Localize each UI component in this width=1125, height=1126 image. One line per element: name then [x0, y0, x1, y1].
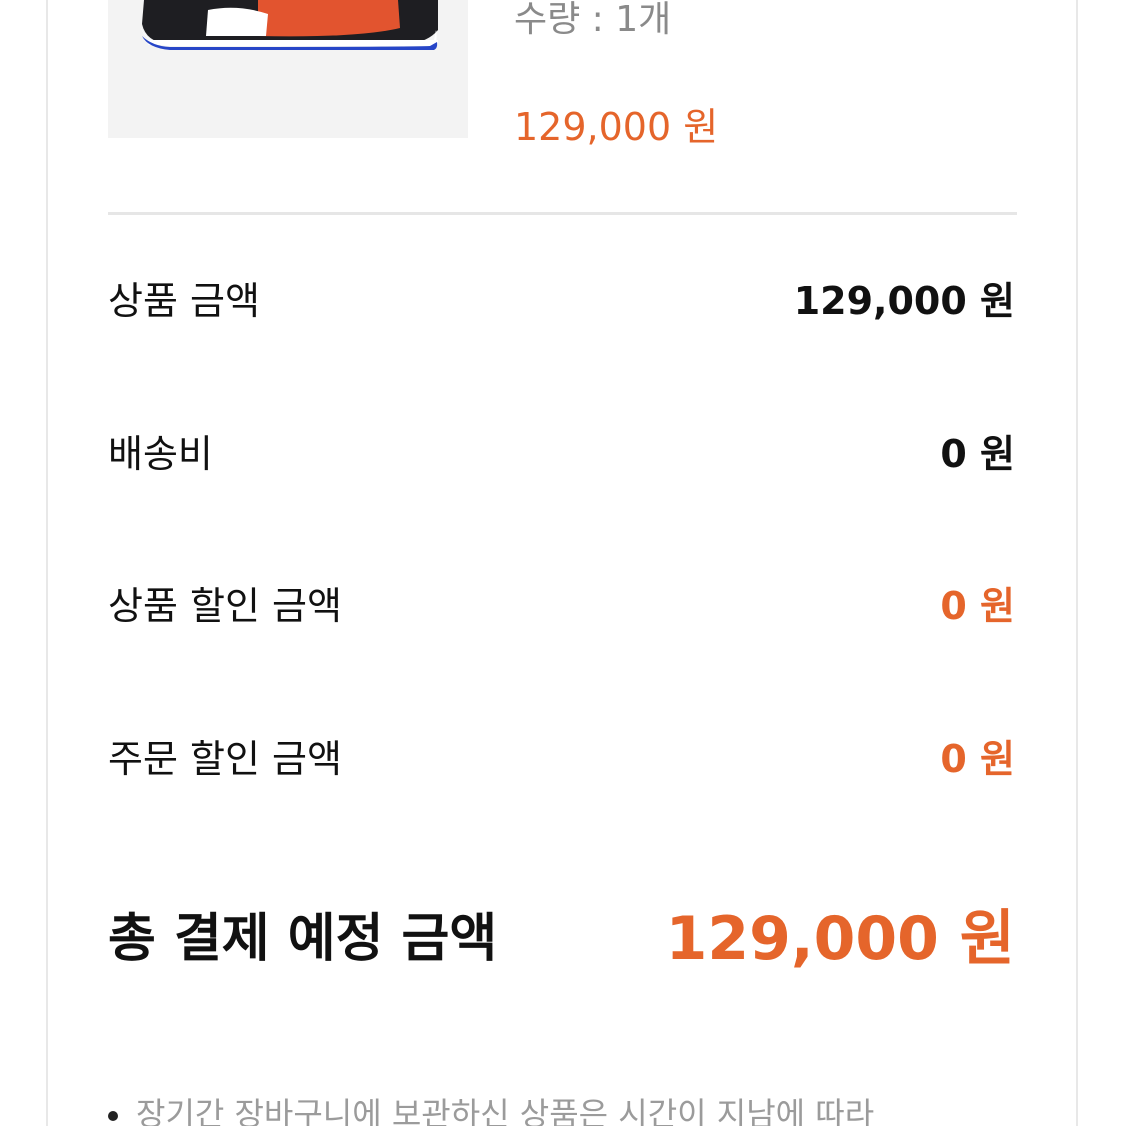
order-summary-page: 수량 : 1개 129,000 원 상품 금액 129,000 원 배송비 0 …	[0, 0, 1125, 1126]
shipping-fee-row: 배송비 0 원	[108, 420, 1015, 480]
total-value: 129,000 원	[665, 903, 1015, 974]
product-discount-value: 0 원	[940, 583, 1015, 628]
total-row: 총 결제 예정 금액 129,000 원	[108, 893, 1015, 974]
bullet-icon	[108, 1111, 118, 1121]
product-image[interactable]	[108, 0, 468, 138]
total-label: 총 결제 예정 금액	[108, 908, 498, 969]
product-discount-row: 상품 할인 금액 0 원	[108, 572, 1015, 632]
order-discount-label: 주문 할인 금액	[108, 736, 342, 781]
order-discount-row: 주문 할인 금액 0 원	[108, 725, 1015, 785]
shipping-fee-label: 배송비	[108, 431, 213, 476]
product-quantity: 수량 : 1개	[514, 0, 672, 40]
cart-notice: 장기간 장바구니에 보관하신 상품은 시간이 지남에 따라	[108, 1092, 874, 1126]
cart-notice-text: 장기간 장바구니에 보관하신 상품은 시간이 지남에 따라	[136, 1095, 875, 1126]
order-discount-value: 0 원	[940, 736, 1015, 781]
divider	[108, 212, 1017, 215]
product-discount-label: 상품 할인 금액	[108, 583, 342, 628]
product-amount-value: 129,000 원	[793, 278, 1015, 323]
sneaker-icon	[108, 0, 468, 138]
product-amount-label: 상품 금액	[108, 278, 260, 323]
shipping-fee-value: 0 원	[940, 431, 1015, 476]
product-amount-row: 상품 금액 129,000 원	[108, 267, 1015, 327]
product-price: 129,000 원	[514, 105, 719, 149]
